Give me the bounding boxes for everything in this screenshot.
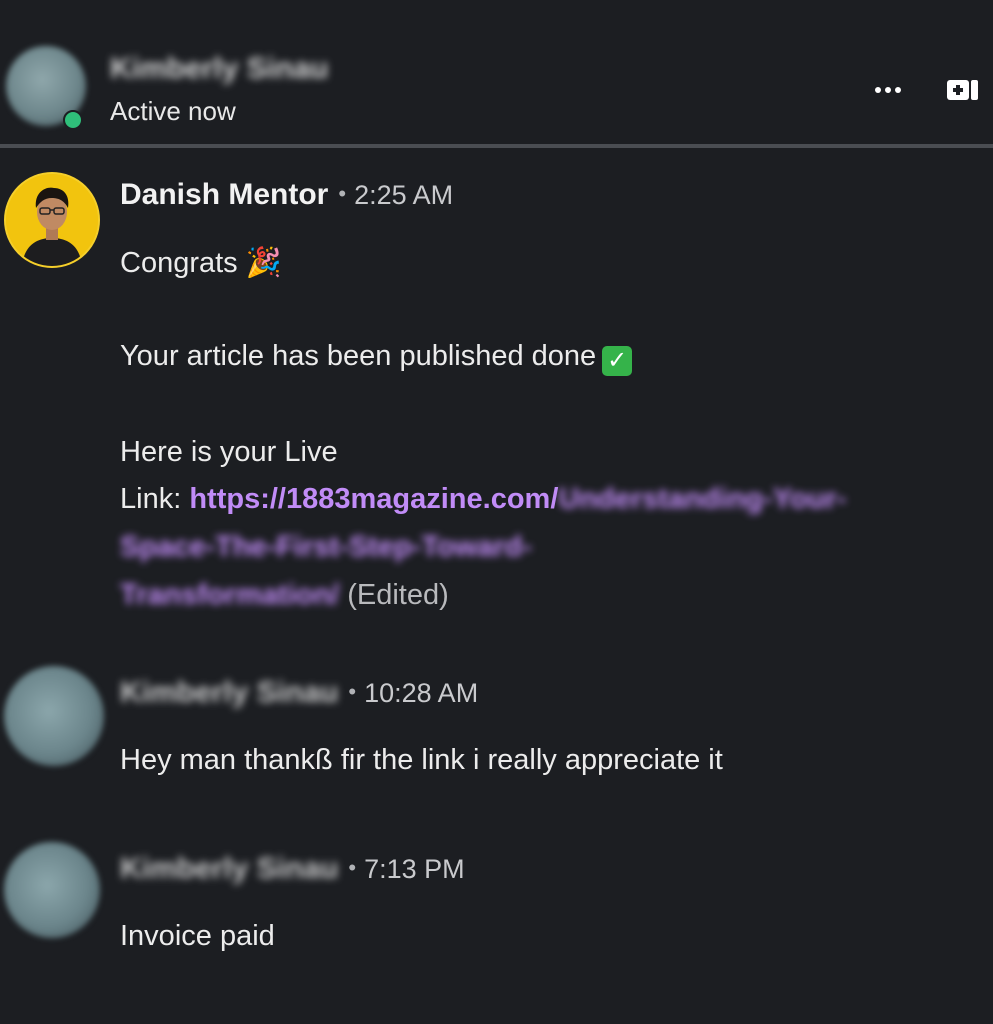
- contact-name[interactable]: Kimberly Sinau: [110, 52, 328, 86]
- message-time: 10:28 AM: [364, 678, 479, 708]
- separator: •: [338, 181, 347, 206]
- message-item: Kimberly Sinau • 7:13 PM Invoice paid: [0, 840, 993, 970]
- contact-status: Active now: [110, 96, 236, 126]
- message-text: Transformation/ (Edited): [120, 579, 449, 612]
- separator: •: [348, 679, 357, 704]
- more-options-button[interactable]: [862, 70, 914, 110]
- mentor-portrait: [6, 174, 98, 266]
- message-item: Kimberly Sinau • 10:28 AM Hey man thankß f…: [0, 664, 993, 794]
- message-time: 2:25 AM: [354, 180, 454, 210]
- link-label: Link:: [120, 483, 182, 515]
- message-time: 7:13 PM: [364, 854, 465, 884]
- sender-name[interactable]: Kimberly Sinau: [120, 852, 338, 886]
- article-link-redacted[interactable]: Space-The-First-Step-Toward-: [120, 531, 532, 564]
- article-link-redacted[interactable]: Transformation/: [120, 579, 339, 612]
- check-mark-icon: ✓: [602, 346, 633, 376]
- message-item: Danish Mentor • 2:25 AM Congrats 🎉 Your ar…: [0, 170, 993, 630]
- conversation-view: Kimberly Sinau Active now Danish Mentor …: [0, 0, 993, 1024]
- sender-avatar[interactable]: [4, 842, 100, 938]
- message-header: Kimberly Sinau • 7:13 PM: [120, 852, 465, 886]
- online-status-dot: [63, 110, 83, 130]
- message-text: Link: https://1883magazine.com/Understan…: [120, 483, 846, 516]
- sender-name[interactable]: Kimberly Sinau: [120, 676, 338, 710]
- video-call-button[interactable]: [940, 70, 986, 110]
- message-text: Here is your Live: [120, 436, 338, 468]
- more-horizontal-icon: [873, 87, 903, 93]
- article-link-redacted[interactable]: Understanding-Your-: [558, 483, 846, 516]
- sender-name[interactable]: Danish Mentor: [120, 178, 328, 211]
- header-divider: [0, 144, 993, 148]
- message-header: Kimberly Sinau • 10:28 AM: [120, 676, 478, 710]
- message-text: Hey man thankß fir the link i really app…: [120, 744, 723, 776]
- edited-label: (Edited): [347, 579, 449, 611]
- message-text: Space-The-First-Step-Toward-: [120, 531, 532, 564]
- sender-avatar[interactable]: [4, 666, 104, 766]
- video-call-icon: [947, 80, 978, 100]
- message-text: Invoice paid: [120, 920, 275, 952]
- published-text: Your article has been published done: [120, 340, 597, 372]
- message-text: Congrats 🎉: [120, 247, 282, 279]
- conversation-header: Kimberly Sinau Active now: [0, 0, 993, 146]
- message-text: Your article has been published done ✓: [120, 340, 633, 376]
- sender-avatar[interactable]: [4, 172, 100, 268]
- article-link[interactable]: https://1883magazine.com/: [189, 483, 558, 515]
- message-header: Danish Mentor • 2:25 AM: [120, 178, 453, 212]
- separator: •: [348, 855, 357, 880]
